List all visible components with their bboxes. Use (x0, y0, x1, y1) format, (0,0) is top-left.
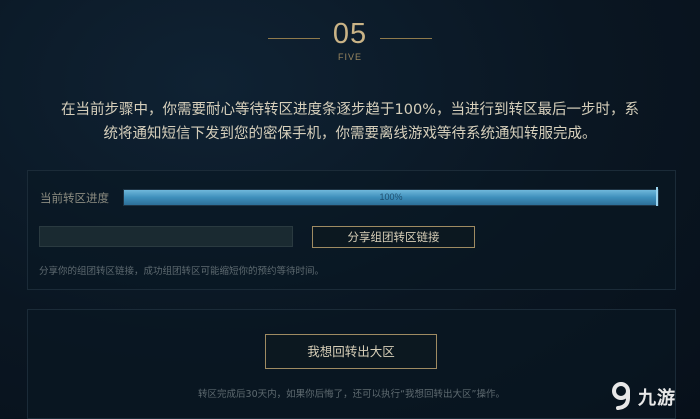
share-group-link-button[interactable]: 分享组团转区链接 (312, 226, 475, 248)
step-number: 05 (332, 18, 368, 50)
share-link-field[interactable] (39, 226, 293, 247)
progress-bar: 100% (123, 189, 659, 206)
share-hint-text: 分享你的组团转区链接，成功组团转区可能缩短你的预约等待时间。 (39, 266, 325, 277)
step-divider-left (268, 38, 320, 39)
watermark-logo: 九游 (608, 380, 694, 412)
instructions-line-1: 在当前步骤中，你需要耐心等待转区进度条逐步趋于100%，当进行到转区最后一步时，… (61, 102, 639, 118)
step-word: FIVE (337, 52, 362, 62)
return-region-panel: 我想回转出大区 转区完成后30天内，如果你后悔了，还可以执行“我想回转出大区”操… (27, 309, 676, 419)
return-to-original-region-button[interactable]: 我想回转出大区 (265, 334, 437, 369)
transfer-progress-panel: 当前转区进度 100% 分享组团转区链接 分享你的组团转区链接，成功组团转区可能… (27, 170, 676, 290)
instructions-text: 在当前步骤中，你需要耐心等待转区进度条逐步趋于100%，当进行到转区最后一步时，… (12, 98, 688, 146)
watermark-text: 九游 (638, 388, 676, 409)
step-divider-right (380, 38, 432, 39)
progress-end-cap (656, 187, 658, 206)
progress-percent: 100% (379, 192, 403, 202)
instructions-line-2: 统将通知短信下发到您的密保手机，你需要离线游戏等待系统通知转服完成。 (103, 126, 597, 142)
watermark-9-icon (612, 382, 630, 410)
return-hint-text: 转区完成后30天内，如果你后悔了，还可以执行“我想回转出大区”操作。 (198, 389, 505, 400)
progress-label: 当前转区进度 (40, 191, 109, 205)
step-header: 05 FIVE (0, 18, 700, 66)
